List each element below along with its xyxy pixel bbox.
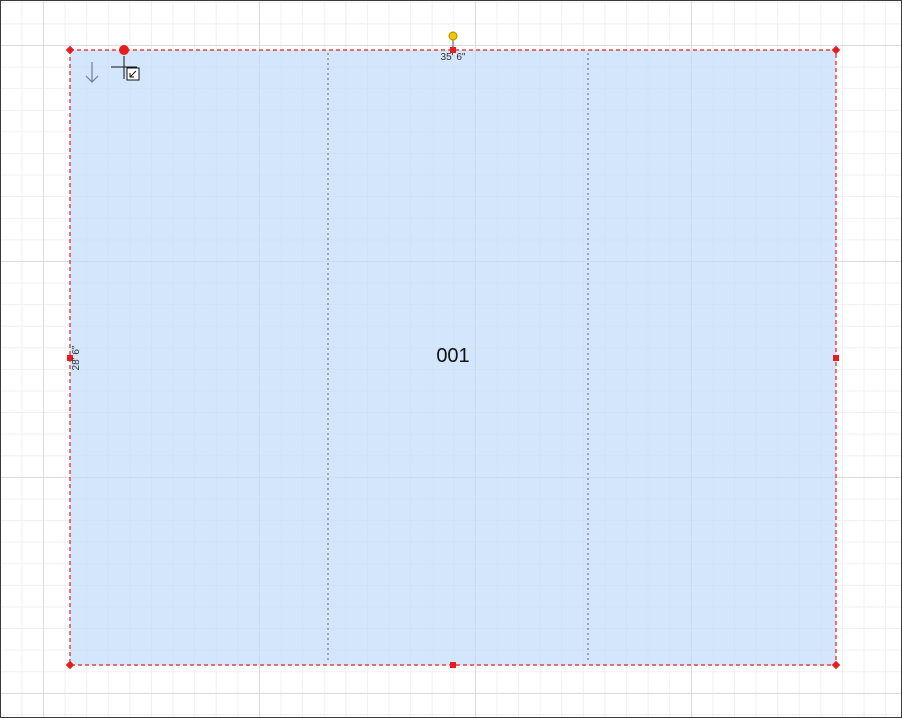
- corner-handle-bottom-right[interactable]: [831, 660, 841, 670]
- corner-handle-top-right[interactable]: [831, 45, 841, 55]
- edge-handle-bottom[interactable]: [450, 662, 456, 668]
- rotation-handle[interactable]: [448, 31, 458, 41]
- width-dimension-label: 35' 6": [440, 52, 466, 63]
- edge-handle-right[interactable]: [833, 355, 839, 361]
- resize-diagonal-icon: [126, 67, 140, 81]
- corner-handle-bottom-left[interactable]: [65, 660, 75, 670]
- height-dimension-label: 28' 6": [71, 345, 82, 371]
- arrow-down-icon: [85, 62, 99, 83]
- room-number-label: 001: [436, 345, 470, 367]
- corner-handle-top-left[interactable]: [65, 45, 75, 55]
- floor-plan-canvas[interactable]: 001 35' 6" 28' 6": [0, 0, 902, 718]
- active-vertex-point[interactable]: [119, 45, 129, 55]
